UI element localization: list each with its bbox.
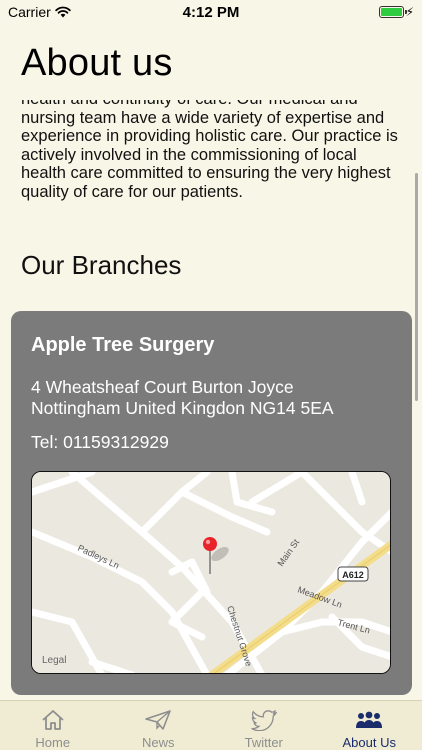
- home-icon: [42, 710, 64, 730]
- paper-plane-icon: [145, 710, 172, 730]
- road-badge: A612: [337, 566, 369, 582]
- branches-title: Our Branches: [21, 250, 182, 280]
- tab-about-us[interactable]: About Us: [317, 701, 422, 750]
- branch-name: Apple Tree Surgery: [31, 334, 215, 356]
- branch-tel[interactable]: Tel: 01159312929: [31, 432, 392, 453]
- carrier-label: Carrier: [8, 4, 51, 20]
- branch-card: Apple Tree Surgery 4 Wheatsheaf Court Bu…: [11, 311, 412, 695]
- map-canvas: Main St Padleys Ln Meadow Ln Trent Ln Ch…: [32, 472, 390, 673]
- content-scroll-view[interactable]: health and continuity of care. Our medic…: [0, 100, 422, 700]
- about-text: health and continuity of care. Our medic…: [21, 100, 398, 201]
- tab-home[interactable]: Home: [0, 701, 106, 750]
- status-left: Carrier: [8, 4, 71, 20]
- page-title: About us: [21, 42, 173, 84]
- branch-address: 4 Wheatsheaf Court Burton Joyce Nottingh…: [31, 377, 334, 418]
- branch-map[interactable]: Main St Padleys Ln Meadow Ln Trent Ln Ch…: [31, 471, 391, 674]
- tab-about-us-label: About Us: [342, 735, 396, 750]
- tab-twitter-label: Twitter: [244, 735, 283, 750]
- status-right: ⚡: [378, 5, 414, 19]
- tab-bar: Home News Twitter About Us: [0, 700, 422, 750]
- status-bar: Carrier 4:12 PM ⚡: [0, 0, 422, 24]
- svg-text:A612: A612: [342, 570, 364, 580]
- tab-news-label: News: [141, 735, 175, 750]
- wifi-icon: [55, 6, 71, 18]
- map-legal-link[interactable]: Legal: [42, 655, 66, 666]
- charging-bolt-icon: ⚡: [405, 5, 414, 19]
- scroll-indicator[interactable]: [415, 173, 418, 401]
- tab-news[interactable]: News: [106, 701, 212, 750]
- twitter-bird-icon: [251, 709, 277, 731]
- tab-twitter[interactable]: Twitter: [211, 701, 317, 750]
- tab-home-label: Home: [35, 735, 71, 750]
- battery-icon: [378, 6, 407, 18]
- group-icon: [356, 711, 383, 728]
